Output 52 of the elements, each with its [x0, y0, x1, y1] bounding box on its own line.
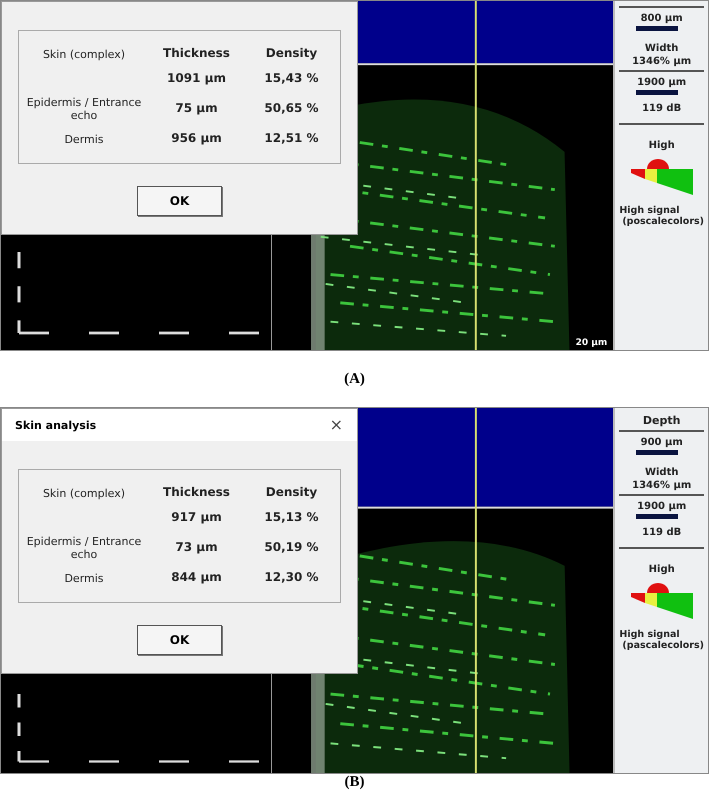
table-cell-text: 15,43 %	[263, 70, 320, 87]
bar-icon	[636, 90, 678, 95]
row-label: Skin (complex)	[42, 486, 126, 501]
table-cell-text: 50,65 %	[263, 100, 320, 117]
table-cell-text: 73 µm	[174, 539, 219, 556]
row-label: Dermis	[63, 572, 105, 586]
depth-value: 1900 µm	[637, 77, 686, 88]
depth-value: 1900 µm	[637, 501, 686, 512]
signal-note: High signal	[619, 205, 680, 216]
column-header: Density	[264, 484, 318, 501]
width-label: Width	[644, 467, 678, 478]
table-cell-text: 15,13 %	[263, 509, 320, 526]
row-label: Epidermis / Entrance echo	[26, 97, 142, 123]
width-label: Width	[644, 43, 678, 54]
table-cell-text: 956 µm	[170, 130, 223, 147]
gain-value: 119 dB	[642, 103, 682, 114]
column-header: Thickness	[162, 45, 231, 62]
table-cell-text: 75 µm	[174, 100, 219, 117]
width-value: 1346% µm	[632, 480, 692, 491]
figure-caption: (B)	[344, 774, 364, 791]
bar-icon	[636, 514, 678, 519]
table-cell-text: 1091 µm	[166, 70, 227, 87]
column-header: Thickness	[162, 484, 231, 501]
bar-icon	[636, 450, 678, 455]
row-label: Skin (complex)	[42, 47, 126, 62]
signal-note: (pascalecolors)	[621, 640, 704, 651]
ok-button[interactable]: OK	[137, 186, 222, 216]
ok-button[interactable]: OK	[137, 625, 222, 655]
table-cell-text: 50,19 %	[263, 539, 320, 556]
gain-drawing	[630, 581, 693, 619]
row-label: Epidermis / Entrance echo	[26, 536, 142, 562]
signal-level: High	[648, 564, 675, 575]
depth-value: 900 µm	[640, 437, 683, 448]
close-button[interactable]: ×	[330, 417, 343, 433]
signal-note: High signal	[619, 629, 680, 640]
panel-heading: Depth	[642, 414, 680, 427]
scale-label: 20 µm	[574, 338, 610, 348]
width-value: 1346% µm	[632, 56, 692, 67]
gain-drawing	[630, 157, 693, 195]
table-cell-text: 12,30 %	[263, 569, 320, 586]
row-label: Dermis	[63, 134, 105, 146]
table-cell-text: 917 µm	[170, 509, 223, 526]
figure-caption: (A)	[344, 370, 365, 388]
dialog-title: Skin analysis	[15, 418, 96, 432]
gain-value: 119 dB	[642, 527, 682, 538]
table-cell-text: 844 µm	[170, 569, 223, 586]
depth-value: 800 µm	[640, 13, 683, 24]
column-header: Density	[264, 45, 318, 62]
signal-note: (poscalecolors)	[621, 216, 704, 227]
bar-icon	[636, 26, 678, 31]
table-cell-text: 12,51 %	[263, 130, 320, 147]
signal-level: High	[648, 140, 675, 151]
